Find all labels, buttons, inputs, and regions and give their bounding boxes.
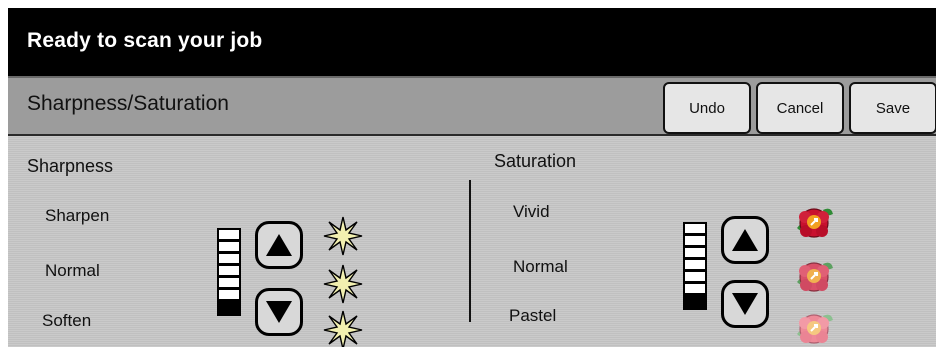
level-segment — [685, 296, 705, 308]
page-title: Sharpness/Saturation — [27, 92, 229, 115]
level-segment — [219, 266, 239, 278]
status-bar: Ready to scan your job — [8, 8, 936, 76]
starburst-icon — [323, 216, 363, 256]
saturation-decrease-button[interactable] — [721, 280, 769, 328]
level-segment — [685, 236, 705, 248]
saturation-option-pastel: Pastel — [509, 306, 557, 325]
normal-flower-icon — [797, 262, 833, 292]
level-segment — [685, 224, 705, 236]
level-segment — [685, 248, 705, 260]
level-segment — [219, 254, 239, 266]
down-arrow-icon — [732, 293, 758, 315]
up-arrow-icon — [266, 234, 292, 256]
up-arrow-icon — [732, 229, 758, 251]
saturation-option-normal: Normal — [513, 257, 568, 276]
level-segment — [219, 230, 239, 242]
sharpness-level-indicator — [217, 228, 241, 316]
status-message: Ready to scan your job — [27, 29, 263, 52]
level-segment — [219, 242, 239, 254]
pastel-flower-icon — [797, 314, 833, 344]
sharpness-option-normal: Normal — [45, 261, 100, 280]
sharpness-section-title: Sharpness — [27, 156, 114, 176]
sharpness-increase-button[interactable] — [255, 221, 303, 269]
level-segment — [685, 284, 705, 296]
level-segment — [219, 302, 239, 314]
starburst-icon — [323, 310, 363, 347]
level-segment — [685, 272, 705, 284]
saturation-option-vivid: Vivid — [513, 202, 550, 221]
sharpness-option-sharpen: Sharpen — [45, 206, 110, 225]
saturation-level-indicator — [683, 222, 707, 310]
down-arrow-icon — [266, 301, 292, 323]
save-button[interactable]: Save — [849, 82, 936, 134]
level-segment — [219, 290, 239, 302]
saturation-section-title: Saturation — [494, 151, 577, 171]
sharpness-option-soften: Soften — [42, 311, 92, 330]
section-divider — [469, 180, 471, 322]
saturation-increase-button[interactable] — [721, 216, 769, 264]
vivid-flower-icon — [797, 208, 833, 238]
cancel-button[interactable]: Cancel — [756, 82, 844, 134]
settings-panel: Sharpness Sharpen Normal Soften Saturati… — [8, 136, 936, 347]
level-segment — [685, 260, 705, 272]
sharpness-decrease-button[interactable] — [255, 288, 303, 336]
scan-settings-screen: Ready to scan your job Sharpness/Saturat… — [8, 8, 936, 347]
undo-button[interactable]: Undo — [663, 82, 751, 134]
header-bar: Sharpness/Saturation Undo Cancel Save — [8, 76, 936, 136]
level-segment — [219, 278, 239, 290]
starburst-icon — [323, 264, 363, 304]
